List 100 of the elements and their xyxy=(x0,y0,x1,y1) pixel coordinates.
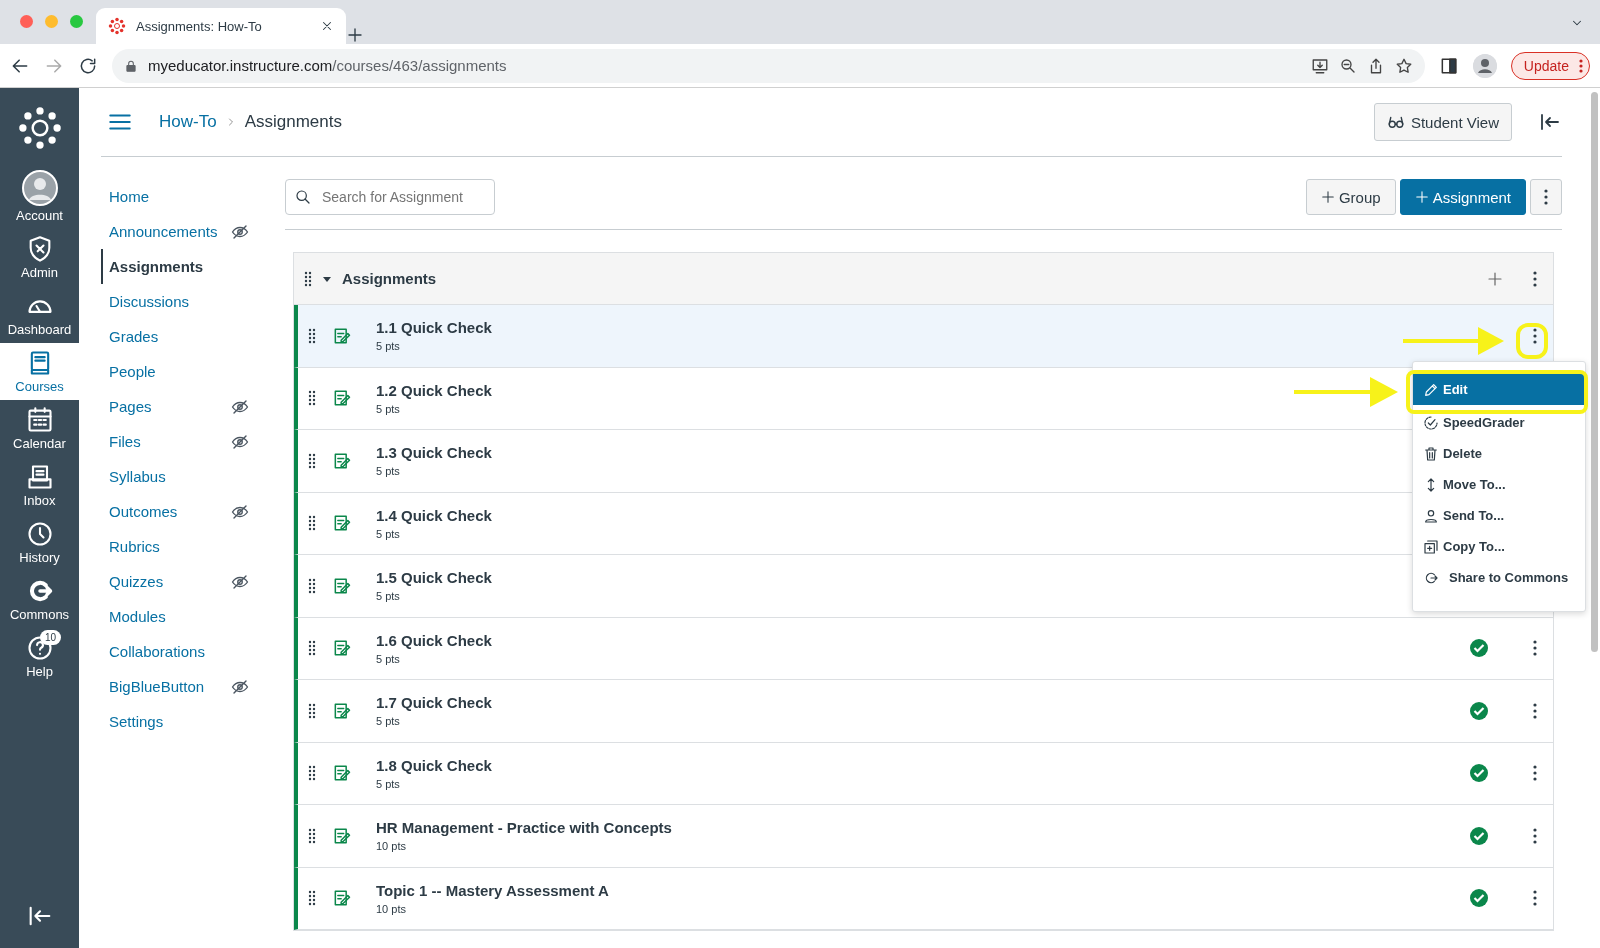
selected-row[interactable]: 1.1 Quick Check 5 pts xyxy=(294,305,1553,368)
assignment-title[interactable]: 1.1 Quick Check xyxy=(376,319,1489,337)
points-label: 5 pts xyxy=(376,652,401,665)
drag-handle-icon[interactable] xyxy=(308,640,316,657)
published-icon[interactable] xyxy=(1469,888,1489,909)
published-icon[interactable] xyxy=(1469,638,1489,659)
menu-item[interactable]: Copy To... xyxy=(1413,531,1585,562)
breadcrumb-link[interactable]: How-To xyxy=(159,112,217,132)
menu-item[interactable]: Share to Commons xyxy=(1413,562,1585,593)
published-icon[interactable] xyxy=(1469,763,1489,784)
menu-item[interactable]: Move To... xyxy=(1413,469,1585,500)
lock-icon xyxy=(124,58,138,73)
assignment-title[interactable]: 1.6 Quick Check xyxy=(376,631,1453,649)
user-icon xyxy=(1423,507,1439,524)
menu-item[interactable]: SpeedGrader xyxy=(1413,407,1585,438)
drag-handle-icon[interactable] xyxy=(308,890,316,907)
published-icon[interactable] xyxy=(1469,700,1489,721)
global-nav-item[interactable]: Account xyxy=(0,164,79,229)
more-icon[interactable] xyxy=(1533,270,1537,287)
course-nav-link[interactable]: Rubrics xyxy=(101,529,249,564)
more-icon xyxy=(1544,189,1548,205)
clock-icon xyxy=(25,520,54,548)
points-label: 5 pts xyxy=(376,340,401,353)
global-nav-item[interactable]: Admin xyxy=(0,229,79,286)
plus-icon xyxy=(1487,270,1503,287)
nav-label: Commons xyxy=(9,607,70,622)
menu-item[interactable]: Edit xyxy=(1413,374,1585,405)
course-nav-link[interactable]: Pages xyxy=(101,389,249,424)
nav-label: Account xyxy=(16,208,63,223)
global-nav-item[interactable]: Help 10 xyxy=(0,628,79,685)
points-label: 5 pts xyxy=(376,465,401,478)
assignment-title[interactable]: 1.7 Quick Check xyxy=(376,694,1453,712)
scrollbar[interactable] xyxy=(1591,92,1598,652)
more-icon[interactable] xyxy=(1533,890,1537,907)
new-tab-icon xyxy=(346,26,364,44)
assignment-title[interactable]: HR Management - Practice with Concepts xyxy=(376,819,1453,837)
canvas-logo-icon[interactable] xyxy=(17,106,62,150)
points-label: 5 pts xyxy=(376,777,401,790)
more-icon[interactable] xyxy=(1533,827,1537,844)
course-nav-link[interactable]: Home xyxy=(101,179,249,214)
plus-icon xyxy=(1320,190,1335,204)
course-nav-link[interactable]: Grades xyxy=(101,319,249,354)
more-icon[interactable] xyxy=(1533,327,1537,344)
browser-tab[interactable]: Assignments: How-To xyxy=(96,8,346,44)
student-view-button[interactable]: Student View xyxy=(1373,103,1512,141)
assignment-title[interactable]: Topic 1 -- Mastery Assessment A xyxy=(376,881,1453,899)
drag-handle-icon[interactable] xyxy=(308,452,316,469)
more-icon[interactable] xyxy=(1533,702,1537,719)
global-nav-item[interactable]: Courses xyxy=(0,343,79,400)
update-button[interactable]: Update xyxy=(1510,51,1590,80)
course-nav-link[interactable]: Collaborations xyxy=(101,634,249,669)
speedgrader-icon xyxy=(1423,414,1439,431)
drag-handle-icon[interactable] xyxy=(308,765,316,782)
assignment-title[interactable]: 1.8 Quick Check xyxy=(376,756,1453,774)
course-nav-link[interactable]: Discussions xyxy=(101,284,249,319)
search-field[interactable]: Search for Assignment xyxy=(285,179,495,215)
more-icon xyxy=(1579,58,1583,73)
course-nav-link[interactable]: Syllabus xyxy=(101,459,249,494)
trash-icon xyxy=(1423,445,1439,462)
install-icon xyxy=(1310,56,1329,75)
global-nav-item[interactable]: Dashboard xyxy=(0,286,79,343)
course-nav-link[interactable]: People xyxy=(101,354,249,389)
add-group-button[interactable]: Group xyxy=(1305,179,1396,215)
points-label: 5 pts xyxy=(376,590,401,603)
course-nav-link[interactable]: BigBlueButton xyxy=(101,669,249,704)
course-nav-link[interactable]: Modules xyxy=(101,599,249,634)
course-nav-link[interactable]: Settings xyxy=(101,704,249,739)
menu-item[interactable]: Send To... xyxy=(1413,500,1585,531)
calendar-icon xyxy=(25,406,54,434)
group-title: Assignments xyxy=(342,270,438,287)
notification-badge: 10 xyxy=(40,630,62,645)
menu-item[interactable]: Delete xyxy=(1413,438,1585,469)
plus-icon xyxy=(1414,190,1429,204)
points-label: 10 pts xyxy=(376,902,407,915)
global-nav-item[interactable]: Inbox xyxy=(0,457,79,514)
drag-handle-icon[interactable] xyxy=(308,577,316,594)
points-label: 10 pts xyxy=(376,840,407,853)
nav-label: Courses xyxy=(15,379,64,394)
drag-handle-icon[interactable] xyxy=(308,702,316,719)
published-icon[interactable] xyxy=(1469,825,1489,846)
more-icon[interactable] xyxy=(1533,640,1537,657)
breadcrumb-current: Assignments xyxy=(244,112,342,132)
course-nav-link[interactable]: Announcements xyxy=(101,214,249,249)
course-nav-link[interactable]: Files xyxy=(101,424,249,459)
address-bar[interactable]: myeducator.instructure.com/courses/463/assignments xyxy=(112,48,1425,83)
course-nav-link[interactable]: Outcomes xyxy=(101,494,249,529)
drag-handle-icon[interactable] xyxy=(308,327,316,344)
course-nav-link[interactable]: Assignments xyxy=(101,249,249,284)
global-nav-item[interactable]: History xyxy=(0,514,79,571)
course-nav-link[interactable]: Quizzes xyxy=(101,564,249,599)
pencil-icon xyxy=(1423,381,1439,398)
global-nav-item[interactable]: Calendar xyxy=(0,400,79,457)
drag-handle-icon[interactable] xyxy=(308,390,316,407)
nav-label: Calendar xyxy=(13,436,66,451)
global-nav-item[interactable]: Commons xyxy=(0,571,79,628)
drag-handle-icon[interactable] xyxy=(308,515,316,532)
add-assignment-button[interactable]: Assignment xyxy=(1399,179,1526,215)
drag-handle-icon[interactable] xyxy=(308,827,316,844)
more-icon[interactable] xyxy=(1533,765,1537,782)
drag-handle-icon[interactable] xyxy=(304,270,312,287)
